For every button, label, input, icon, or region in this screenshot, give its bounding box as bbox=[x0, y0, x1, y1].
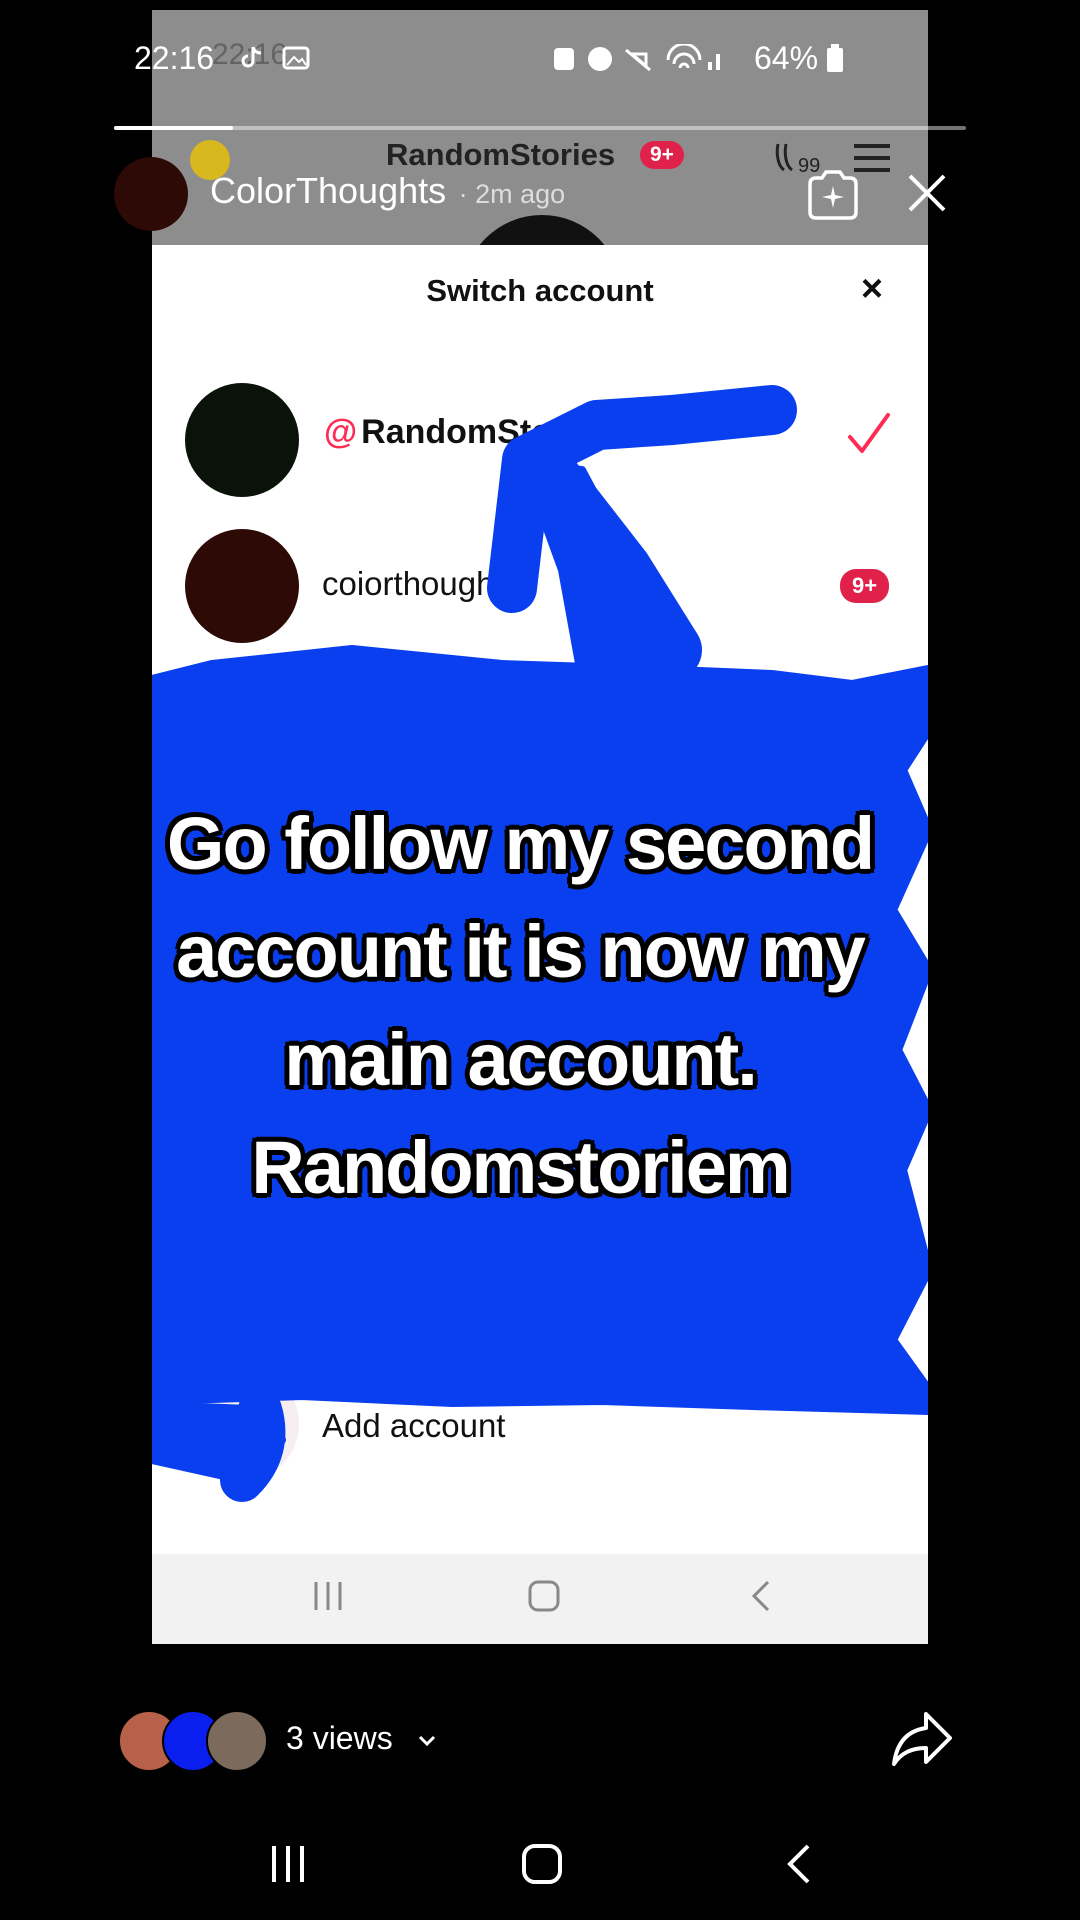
inner-home-icon bbox=[526, 1578, 562, 1614]
viewer-avatar bbox=[206, 1710, 268, 1772]
home-icon[interactable] bbox=[520, 1842, 564, 1886]
story-header-text: ColorThoughts · 2m ago bbox=[210, 170, 565, 212]
story-create-icon[interactable] bbox=[804, 170, 862, 220]
recents-icon[interactable] bbox=[266, 1842, 310, 1886]
story-username[interactable]: ColorThoughts bbox=[210, 170, 446, 211]
tiktok-notification-icon bbox=[240, 44, 266, 70]
viewers-row[interactable]: 3 views bbox=[118, 1710, 978, 1772]
gallery-notification-icon bbox=[282, 46, 310, 70]
back-icon[interactable] bbox=[778, 1842, 822, 1886]
status-time: 22:16 bbox=[134, 40, 215, 76]
close-story-icon[interactable] bbox=[906, 172, 948, 214]
inner-back-icon bbox=[744, 1578, 780, 1614]
chevron-down-icon bbox=[416, 1730, 438, 1752]
inner-recents-icon bbox=[310, 1578, 346, 1614]
story-caption: Go follow my second account it is now my… bbox=[110, 790, 930, 1222]
inner-nav-bar bbox=[152, 1554, 928, 1644]
story-progress-bar bbox=[114, 126, 966, 130]
story-avatar[interactable] bbox=[114, 157, 188, 231]
caption-line: Randomstoriem bbox=[251, 1126, 790, 1209]
caption-line: account it is now my bbox=[176, 910, 866, 993]
system-nav-bar bbox=[0, 1820, 1080, 1920]
share-icon[interactable] bbox=[890, 1710, 954, 1768]
caption-line: main account. bbox=[284, 1018, 758, 1101]
views-count: 3 views bbox=[286, 1720, 393, 1756]
battery-percent: 64% bbox=[754, 40, 819, 76]
caption-line: Go follow my second bbox=[166, 802, 875, 885]
story-progress-fill bbox=[114, 126, 234, 130]
story-time: · 2m ago bbox=[458, 179, 566, 209]
battery-icon bbox=[826, 44, 844, 74]
status-bar: 22:16 64% bbox=[0, 0, 1080, 110]
